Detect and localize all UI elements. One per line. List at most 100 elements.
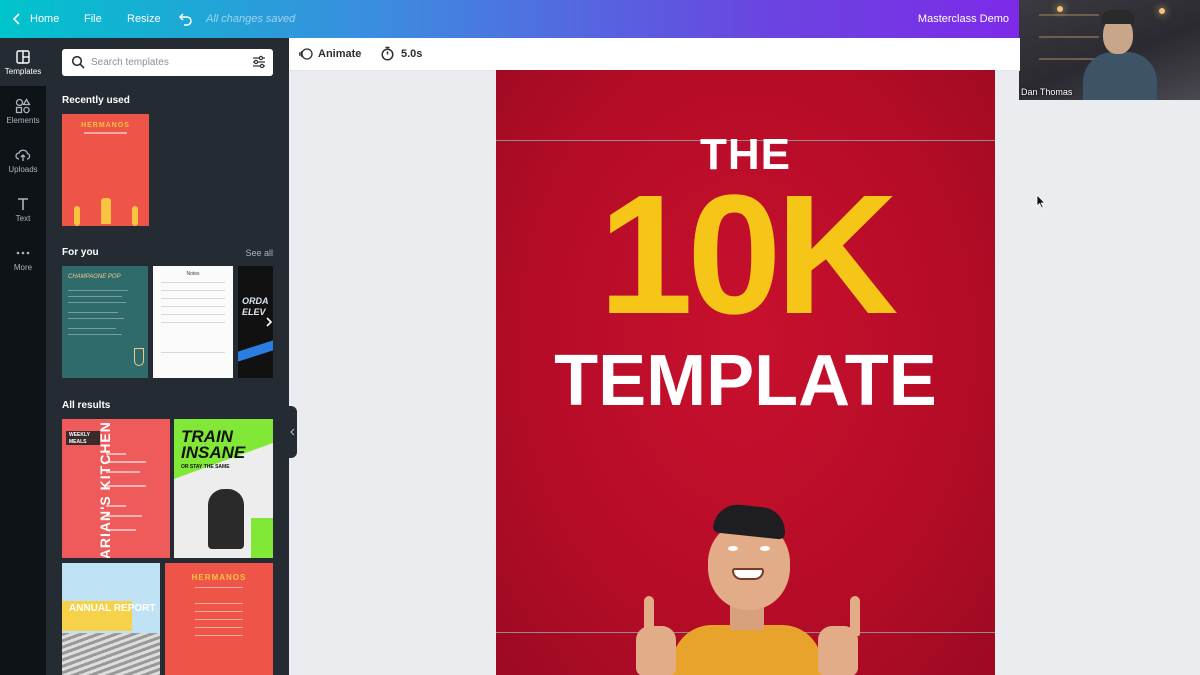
chevron-left-icon	[290, 428, 295, 436]
shelf	[1039, 36, 1099, 38]
save-status: All changes saved	[206, 13, 296, 25]
template-thumbnail[interactable]: CHAMPAGNE POP	[62, 266, 148, 378]
template-title: CHAMPAGNE POP	[68, 274, 121, 280]
template-title: MARIAN'S KITCHEN	[96, 421, 113, 558]
template-thumbnail[interactable]: HERMANOS	[165, 563, 273, 675]
text-line	[195, 587, 243, 588]
duration-button[interactable]: 5.0s	[401, 48, 422, 60]
rail-item-elements[interactable]: Elements	[0, 87, 46, 135]
text-line	[195, 603, 243, 604]
search-input[interactable]	[91, 54, 241, 71]
person-shirt	[672, 625, 822, 675]
rail-label: Elements	[6, 116, 40, 125]
text-line	[106, 461, 146, 463]
animate-icon[interactable]	[299, 47, 313, 61]
presenter-cap	[1101, 10, 1135, 24]
elements-icon	[15, 98, 31, 114]
text-line	[195, 611, 243, 612]
side-nav-rail: Templates Elements Uploads Text More	[0, 38, 46, 675]
rail-label: Text	[15, 214, 31, 223]
text-line	[195, 627, 243, 628]
template-subline	[84, 132, 127, 134]
text-line	[161, 352, 225, 353]
participant-name: Dan Thomas	[1021, 87, 1073, 97]
template-subtitle: OR STAY THE SAME	[181, 464, 230, 470]
person-mouth	[732, 568, 764, 580]
recently-used-heading: Recently used	[62, 95, 130, 106]
more-dots-icon	[16, 251, 30, 255]
text-line	[106, 471, 140, 473]
rail-item-more[interactable]: More	[0, 234, 46, 282]
text-line	[161, 290, 225, 291]
text-line	[68, 296, 122, 297]
for-you-heading: For you	[62, 247, 99, 258]
panel-collapse-handle[interactable]	[289, 406, 297, 458]
template-thumbnail[interactable]: Notes	[153, 266, 233, 378]
file-menu-button[interactable]: File	[84, 13, 102, 25]
templates-icon	[16, 50, 30, 64]
text-line	[68, 318, 124, 319]
person-hand	[636, 626, 676, 675]
cactus-graphic	[132, 206, 138, 226]
person-photo[interactable]	[496, 70, 995, 675]
all-results-heading: All results	[62, 400, 111, 411]
template-title: Notes	[186, 271, 200, 277]
athlete-photo	[208, 489, 244, 549]
top-bar: Home File Resize All changes saved Maste…	[0, 0, 1020, 38]
accent-stripe	[238, 340, 273, 362]
text-line	[106, 453, 126, 455]
text-line	[161, 314, 225, 315]
webcam-overlay: Dan Thomas	[1019, 0, 1200, 100]
search-box[interactable]	[62, 49, 273, 76]
editor-toolbar: Animate 5.0s	[289, 38, 1020, 71]
timer-icon[interactable]	[380, 46, 395, 61]
template-thumbnail[interactable]: HERMANOS	[62, 114, 149, 226]
rail-label: More	[13, 263, 33, 272]
text-icon	[18, 198, 28, 210]
template-thumbnail[interactable]: WEEKLY MEALS MARIAN'S KITCHEN	[62, 419, 170, 558]
see-all-link[interactable]: See all	[245, 248, 273, 258]
template-thumbnail[interactable]: ANNUAL REPORT	[62, 563, 160, 675]
bottle-graphic	[101, 198, 111, 224]
chevron-right-icon[interactable]	[262, 315, 276, 329]
design-canvas[interactable]: THE 10K TEMPLATE	[496, 70, 995, 675]
rail-item-text[interactable]: Text	[0, 185, 46, 233]
text-line	[68, 290, 128, 291]
rail-label: Uploads	[8, 165, 38, 174]
template-title: HERMANOS	[191, 573, 247, 582]
person-eye	[728, 546, 738, 551]
rail-item-uploads[interactable]: Uploads	[0, 136, 46, 184]
home-button[interactable]: Home	[30, 13, 59, 25]
template-badge: WEEKLY MEALS	[66, 431, 100, 445]
template-title: HERMANOS	[81, 122, 130, 129]
shelf	[1039, 14, 1099, 16]
text-line	[106, 529, 136, 531]
text-line	[161, 322, 225, 323]
templates-panel: Recently used HERMANOS For you See all C…	[46, 38, 289, 675]
lamp-light	[1057, 6, 1063, 12]
accent-shape	[251, 518, 273, 558]
undo-icon[interactable]	[177, 11, 193, 27]
text-line	[68, 334, 122, 335]
template-thumbnail[interactable]: TRAIN INSANE OR STAY THE SAME	[174, 419, 273, 558]
text-line	[106, 505, 126, 507]
person-hand	[818, 626, 858, 675]
resize-button[interactable]: Resize	[127, 13, 161, 25]
text-line	[68, 312, 118, 313]
building-photo	[62, 633, 160, 675]
template-title: TRAIN INSANE	[181, 427, 246, 462]
filter-sliders-icon[interactable]	[252, 55, 266, 69]
search-icon	[71, 55, 85, 69]
text-line	[195, 619, 243, 620]
animate-button[interactable]: Animate	[318, 48, 361, 60]
text-line	[195, 635, 243, 636]
upload-cloud-icon	[15, 149, 31, 161]
person-eye	[760, 546, 770, 551]
design-title[interactable]: Masterclass Demo	[918, 13, 1009, 25]
chevron-left-icon[interactable]	[10, 11, 24, 27]
presenter-body	[1083, 52, 1157, 100]
rail-item-templates[interactable]: Templates	[0, 38, 46, 86]
text-line	[161, 298, 225, 299]
text-line	[161, 306, 225, 307]
mouse-cursor-icon	[1036, 194, 1046, 209]
